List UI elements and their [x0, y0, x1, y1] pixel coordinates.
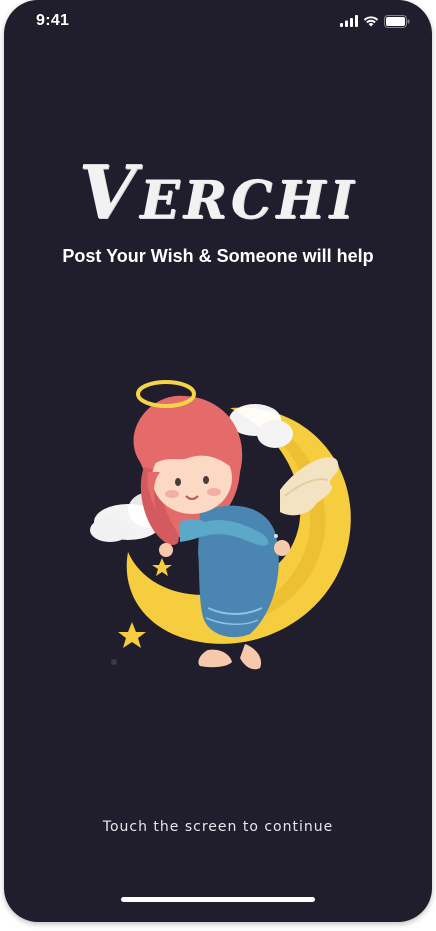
- angel-on-moon-illustration: [90, 380, 351, 670]
- status-time: 9:41: [36, 12, 70, 29]
- app-logo: Verchi: [78, 150, 358, 236]
- status-bar: 9:41: [4, 0, 432, 44]
- signal-icon: [340, 15, 358, 27]
- status-icons: [340, 14, 410, 28]
- tagline: Post Your Wish & Someone will help: [62, 246, 374, 266]
- continue-prompt[interactable]: Touch the screen to continue: [4, 819, 432, 835]
- home-indicator[interactable]: [121, 897, 315, 902]
- splash-screen[interactable]: 9:41 Verchi Post Your Wish & Someone wil…: [4, 0, 432, 922]
- battery-icon: [384, 14, 410, 28]
- wifi-icon: [363, 16, 379, 27]
